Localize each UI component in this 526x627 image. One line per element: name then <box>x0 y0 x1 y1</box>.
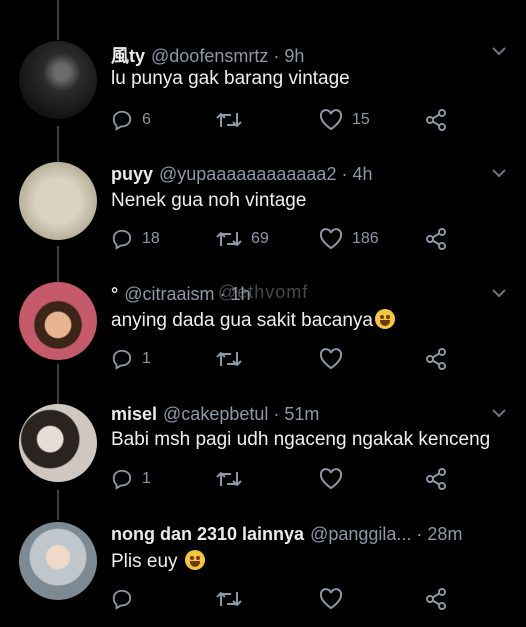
reply-icon <box>112 229 132 250</box>
retweet-icon <box>216 231 242 247</box>
share-icon <box>426 588 446 610</box>
share-button[interactable] <box>424 226 448 252</box>
chevron-down-icon[interactable] <box>492 406 506 420</box>
handle[interactable]: @doofensmrtz <box>151 46 268 66</box>
crying-laughing-emoji-icon <box>374 309 395 329</box>
tweet-text: Plis euy <box>111 550 205 573</box>
crying-laughing-emoji-icon <box>184 550 205 570</box>
tweet-text: lu punya gak barang vintage <box>111 68 350 89</box>
share-button[interactable] <box>424 466 448 492</box>
timestamp[interactable]: · 51m <box>273 404 319 424</box>
chevron-down-icon[interactable] <box>492 166 506 180</box>
reply-count: 1 <box>142 470 151 487</box>
share-icon <box>426 468 446 490</box>
display-name[interactable]: ° <box>111 284 118 304</box>
reply-button[interactable]: 1 <box>111 346 151 372</box>
like-button[interactable]: 186 <box>319 226 379 252</box>
share-button[interactable] <box>424 346 448 372</box>
tweet[interactable]: nong dan 2310 lainnya @panggila... · 28m … <box>0 516 526 627</box>
avatar[interactable] <box>19 522 97 600</box>
retweet-icon <box>216 591 242 607</box>
tweet-text-content: anying dada gua sakit bacanya <box>111 310 373 331</box>
display-name[interactable]: nong dan 2310 lainnya <box>111 524 304 544</box>
reply-icon <box>112 110 132 131</box>
timestamp[interactable]: · 4h <box>341 164 372 184</box>
retweet-icon <box>216 471 242 487</box>
share-icon <box>426 348 446 370</box>
retweet-button[interactable]: 69 <box>216 226 269 252</box>
avatar[interactable] <box>19 404 97 482</box>
like-count: 186 <box>352 230 379 247</box>
reply-button[interactable]: 6 <box>111 107 151 133</box>
avatar[interactable] <box>19 41 97 119</box>
like-button[interactable] <box>319 586 352 612</box>
chevron-down-icon[interactable] <box>492 44 506 58</box>
reply-icon <box>112 589 132 610</box>
heart-icon <box>319 468 343 490</box>
like-button[interactable]: 15 <box>319 107 370 133</box>
retweet-button[interactable] <box>216 107 251 133</box>
avatar[interactable] <box>19 162 97 240</box>
tweet[interactable]: misel @cakepbetul · 51m Babi msh pagi udh… <box>0 392 526 516</box>
chevron-down-icon[interactable] <box>492 286 506 300</box>
tweet-header: puyy @yupaaaaaaaaaaaa2 · 4h <box>111 164 373 185</box>
tweet-text-content: Plis euy <box>111 551 178 572</box>
reply-button[interactable] <box>111 586 142 612</box>
like-button[interactable] <box>319 346 352 372</box>
action-bar: 1 <box>111 346 511 372</box>
heart-icon <box>319 109 343 131</box>
handle[interactable]: @citraaism <box>124 284 214 304</box>
heart-icon <box>319 228 343 250</box>
timestamp[interactable]: · 28m <box>416 524 462 544</box>
retweet-button[interactable] <box>216 586 251 612</box>
display-name[interactable]: misel <box>111 404 157 424</box>
retweet-button[interactable] <box>216 466 251 492</box>
heart-icon <box>319 348 343 370</box>
tweet[interactable]: 風ty @doofensmrtz · 9h lu punya gak barang… <box>0 0 526 150</box>
timestamp[interactable]: · 1h <box>220 284 251 304</box>
handle[interactable]: @cakepbetul <box>163 404 268 424</box>
reply-count: 18 <box>142 230 160 247</box>
tweet-header: 風ty @doofensmrtz · 9h <box>111 42 304 68</box>
reply-button[interactable]: 1 <box>111 466 151 492</box>
action-bar <box>111 586 511 612</box>
handle[interactable]: @yupaaaaaaaaaaaa2 <box>159 164 336 184</box>
reply-count: 1 <box>142 350 151 367</box>
share-icon <box>426 109 446 131</box>
retweet-icon <box>216 112 242 128</box>
tweet-header: misel @cakepbetul · 51m <box>111 404 319 425</box>
retweet-icon <box>216 351 242 367</box>
retweet-count: 69 <box>251 230 269 247</box>
tweet-text: Nenek gua noh vintage <box>111 190 307 211</box>
share-button[interactable] <box>424 107 448 133</box>
reply-icon <box>112 469 132 490</box>
action-bar: 1 <box>111 466 511 492</box>
like-button[interactable] <box>319 466 352 492</box>
reply-button[interactable]: 18 <box>111 226 160 252</box>
heart-icon <box>319 588 343 610</box>
display-name[interactable]: 風ty <box>111 46 145 66</box>
share-icon <box>426 228 446 250</box>
tweet-header: nong dan 2310 lainnya @panggila... · 28m <box>111 524 462 545</box>
avatar[interactable] <box>19 282 97 360</box>
handle[interactable]: @panggila... <box>310 524 411 544</box>
tweet-text: anying dada gua sakit bacanya <box>111 309 395 332</box>
tweet[interactable]: puyy @yupaaaaaaaaaaaa2 · 4h Nenek gua noh… <box>0 150 526 272</box>
like-count: 15 <box>352 111 370 128</box>
retweet-button[interactable] <box>216 346 251 372</box>
timestamp[interactable]: · 9h <box>273 46 304 66</box>
display-name[interactable]: puyy <box>111 164 153 184</box>
action-bar: 18 69 186 <box>111 226 511 252</box>
share-button[interactable] <box>424 586 448 612</box>
reply-icon <box>112 349 132 370</box>
reply-count: 6 <box>142 111 151 128</box>
tweet-text: Babi msh pagi udh ngaceng ngakak kenceng <box>111 429 491 450</box>
tweet-header: ° @citraaism · 1h <box>111 284 251 305</box>
tweet[interactable]: ° @citraaism · 1h anying dada gua sakit b… <box>0 272 526 392</box>
action-bar: 6 15 <box>111 107 511 133</box>
